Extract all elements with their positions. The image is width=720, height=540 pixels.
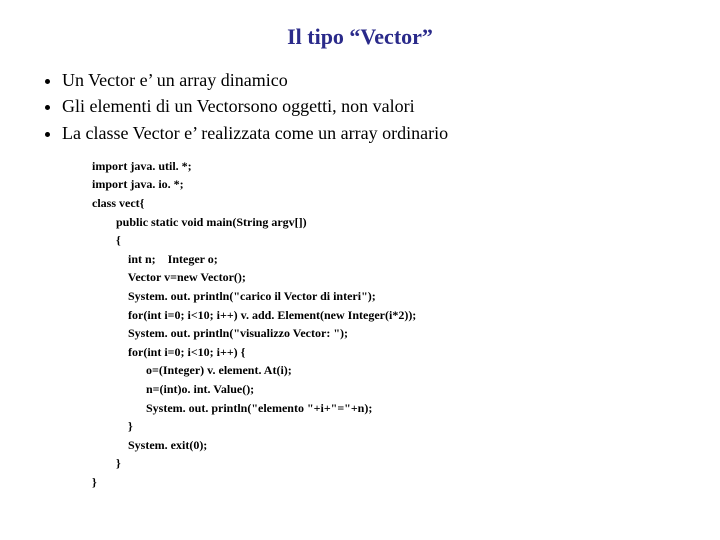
code-line: System. out. println("elemento "+i+"="+n… (92, 401, 372, 415)
code-line: for(int i=0; i<10; i++) { (92, 345, 245, 359)
code-line: } (92, 475, 97, 489)
code-line: } (92, 456, 121, 470)
bullet-list: Un Vector e’ un array dinamico Gli eleme… (40, 68, 680, 145)
code-line: { (92, 233, 121, 247)
list-item: Un Vector e’ un array dinamico (62, 68, 680, 92)
code-line: int n; Integer o; (92, 252, 218, 266)
code-line: System. out. println("carico il Vector d… (92, 289, 376, 303)
code-line: import java. io. *; (92, 177, 184, 191)
code-line: import java. util. *; (92, 159, 192, 173)
code-line: public static void main(String argv[]) (92, 215, 307, 229)
code-line: System. exit(0); (92, 438, 207, 452)
code-line: System. out. println("visualizzo Vector:… (92, 326, 348, 340)
code-line: class vect{ (92, 196, 144, 210)
code-line: for(int i=0; i<10; i++) v. add. Element(… (92, 308, 416, 322)
code-line: n=(int)o. int. Value(); (92, 382, 254, 396)
code-block: import java. util. *; import java. io. *… (92, 157, 680, 492)
list-item: La classe Vector e’ realizzata come un a… (62, 121, 680, 145)
code-line: o=(Integer) v. element. At(i); (92, 363, 292, 377)
list-item: Gli elementi di un Vectorsono oggetti, n… (62, 94, 680, 118)
page-title: Il tipo “Vector” (40, 24, 680, 50)
slide: Il tipo “Vector” Un Vector e’ un array d… (0, 0, 720, 540)
code-line: Vector v=new Vector(); (92, 270, 246, 284)
code-line: } (92, 419, 133, 433)
